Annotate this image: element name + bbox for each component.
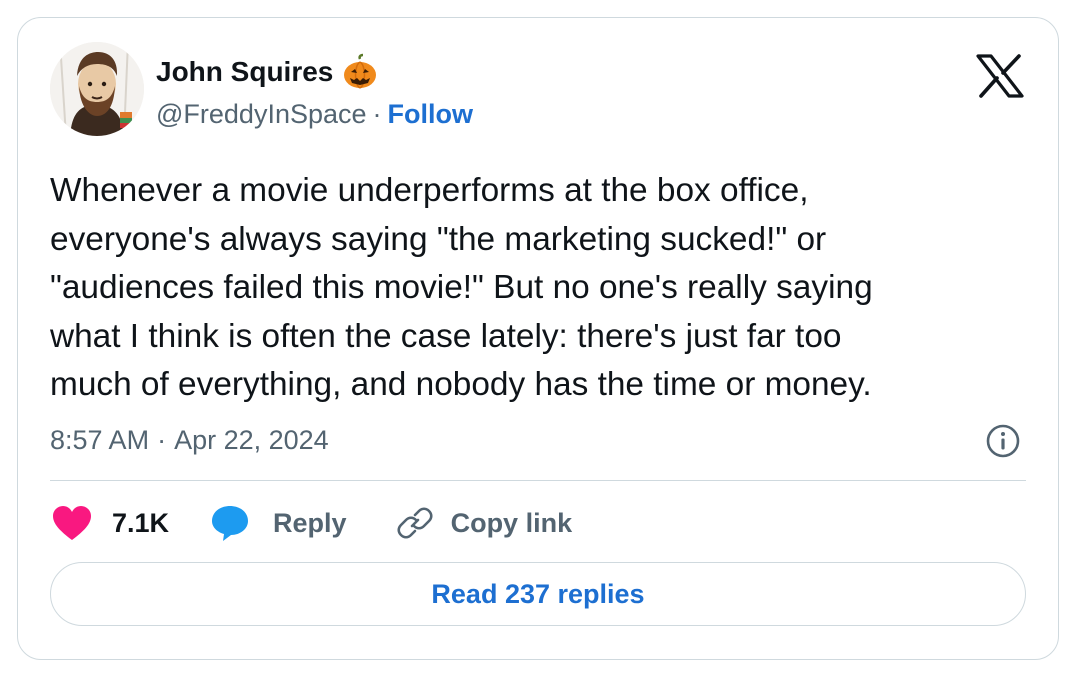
tweet-text: Whenever a movie underperforms at the bo… [50, 172, 873, 403]
tweet-timestamp[interactable]: 8:57 AM · Apr 22, 2024 [50, 420, 329, 460]
read-replies-button[interactable]: Read 237 replies [50, 562, 1026, 626]
link-icon [395, 503, 435, 543]
tweet-date: Apr 22, 2024 [174, 424, 329, 455]
like-count: 7.1K [112, 507, 170, 538]
info-icon[interactable] [985, 423, 1021, 459]
reply-label: Reply [273, 507, 347, 538]
like-button[interactable]: 7.1K [50, 503, 169, 543]
timestamp-separator: · [157, 424, 167, 455]
copy-link-button[interactable]: Copy link [395, 503, 573, 543]
tweet-time: 8:57 AM [50, 424, 150, 455]
heart-icon [50, 503, 94, 543]
author-name[interactable]: John Squires [156, 56, 333, 88]
x-logo-icon[interactable] [976, 54, 1024, 98]
follow-button[interactable]: Follow [388, 99, 473, 130]
action-bar: 7.1K Reply Copy link [50, 500, 572, 546]
reply-button[interactable]: Reply [209, 503, 347, 543]
pumpkin-icon [341, 53, 379, 91]
author-handle-row: @FreddyInSpace · Follow [156, 96, 473, 132]
author-handle[interactable]: @FreddyInSpace [156, 99, 367, 130]
speech-bubble-icon [209, 503, 251, 543]
avatar-illustration [50, 42, 144, 136]
avatar[interactable] [50, 42, 144, 136]
author-name-row: John Squires [156, 52, 379, 92]
copy-link-label: Copy link [450, 507, 573, 538]
handle-separator: · [372, 98, 382, 129]
divider [50, 480, 1026, 481]
